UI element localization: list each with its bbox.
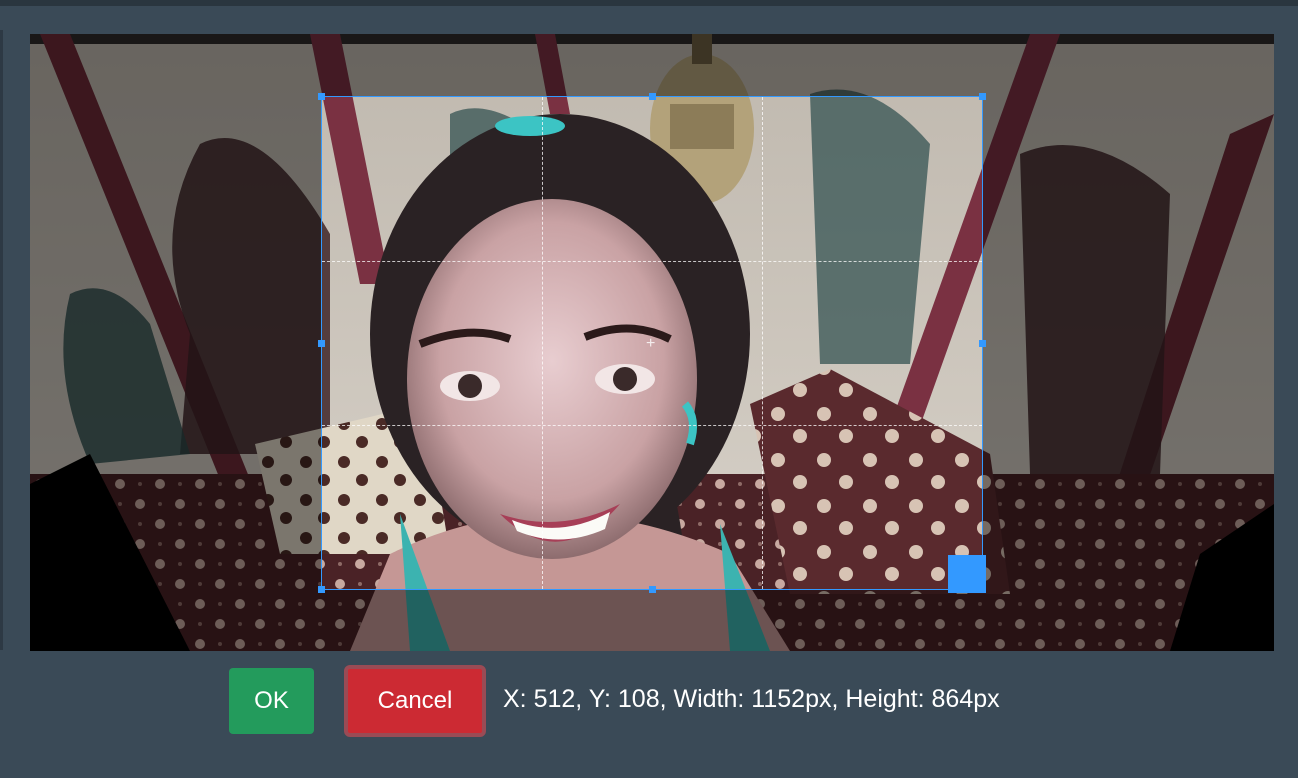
mask-top [30, 34, 1274, 96]
handle-bottom-center[interactable] [649, 586, 656, 593]
mask-bottom [30, 590, 1274, 651]
ok-button[interactable]: OK [229, 668, 314, 734]
handle-top-center[interactable] [649, 93, 656, 100]
handle-top-right[interactable] [979, 93, 986, 100]
window-top-bar [0, 0, 1298, 6]
left-edge [0, 30, 3, 650]
crop-toolbar: OK Cancel X: 512, Y: 108, Width: 1152px,… [0, 665, 1298, 740]
mask-right [983, 96, 1274, 590]
crop-dimensions-readout: X: 512, Y: 108, Width: 1152px, Height: 8… [503, 685, 1000, 713]
mask-left [30, 96, 321, 590]
grid-line-horizontal [322, 261, 982, 262]
grid-line-vertical [762, 97, 763, 589]
handle-middle-right[interactable] [979, 340, 986, 347]
handle-top-left[interactable] [318, 93, 325, 100]
resize-handle-icon[interactable] [948, 555, 986, 593]
crop-selection-box[interactable]: + [318, 93, 986, 593]
grid-line-vertical [542, 97, 543, 589]
handle-bottom-left[interactable] [318, 586, 325, 593]
handle-middle-left[interactable] [318, 340, 325, 347]
grid-line-horizontal [322, 425, 982, 426]
cancel-button[interactable]: Cancel [344, 665, 486, 737]
crosshair-icon: + [646, 335, 656, 352]
crop-image-area[interactable]: + [30, 34, 1274, 651]
